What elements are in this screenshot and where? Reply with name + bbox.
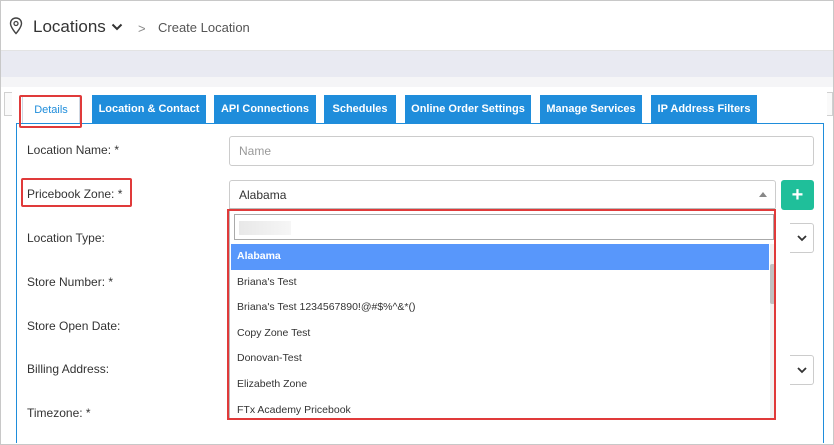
location-name-input[interactable]: Name	[229, 136, 814, 166]
timezone-label: Timezone: *	[27, 406, 91, 420]
breadcrumb-current: Create Location	[158, 20, 250, 35]
pricebook-zone-select[interactable]: Alabama	[229, 180, 776, 210]
tab-location-contact[interactable]: Location & Contact	[92, 95, 206, 123]
billing-address-select[interactable]	[790, 355, 814, 385]
plus-icon: +	[791, 184, 804, 206]
tab-ip-address-filters[interactable]: IP Address Filters	[651, 95, 757, 123]
chevron-down-icon	[797, 367, 807, 374]
store-number-label: Store Number: *	[27, 275, 114, 289]
toolbar-band-lower	[1, 77, 833, 87]
store-open-date-label: Store Open Date:	[27, 319, 121, 333]
tab-schedules[interactable]: Schedules	[324, 95, 396, 123]
tab-manage-services[interactable]: Manage Services	[540, 95, 642, 123]
location-pin-icon	[9, 17, 23, 35]
caret-up-icon	[759, 192, 767, 197]
tab-scroll-left[interactable]	[4, 92, 12, 116]
chevron-down-icon[interactable]	[111, 23, 123, 31]
billing-address-label: Billing Address:	[27, 362, 110, 376]
tab-online-order-settings[interactable]: Online Order Settings	[405, 95, 531, 123]
tab-scroll-right[interactable]	[827, 92, 833, 116]
dropdown-highlight	[227, 209, 776, 420]
page-title: Locations	[33, 17, 106, 36]
location-name-placeholder: Name	[239, 144, 272, 158]
location-name-label: Location Name: *	[27, 143, 120, 157]
pricebook-zone-value: Alabama	[239, 188, 287, 202]
tab-api-connections[interactable]: API Connections	[214, 95, 316, 123]
location-type-select[interactable]	[790, 223, 814, 253]
add-pricebook-zone-button[interactable]: +	[781, 180, 814, 210]
chevron-down-icon	[797, 235, 807, 242]
pricebook-zone-highlight	[21, 178, 132, 207]
location-type-label: Location Type:	[27, 231, 105, 245]
breadcrumb-separator: >	[138, 21, 146, 36]
details-tab-highlight	[19, 95, 82, 128]
page-header: Locations > Create Location	[1, 1, 833, 51]
toolbar-band	[1, 51, 833, 77]
